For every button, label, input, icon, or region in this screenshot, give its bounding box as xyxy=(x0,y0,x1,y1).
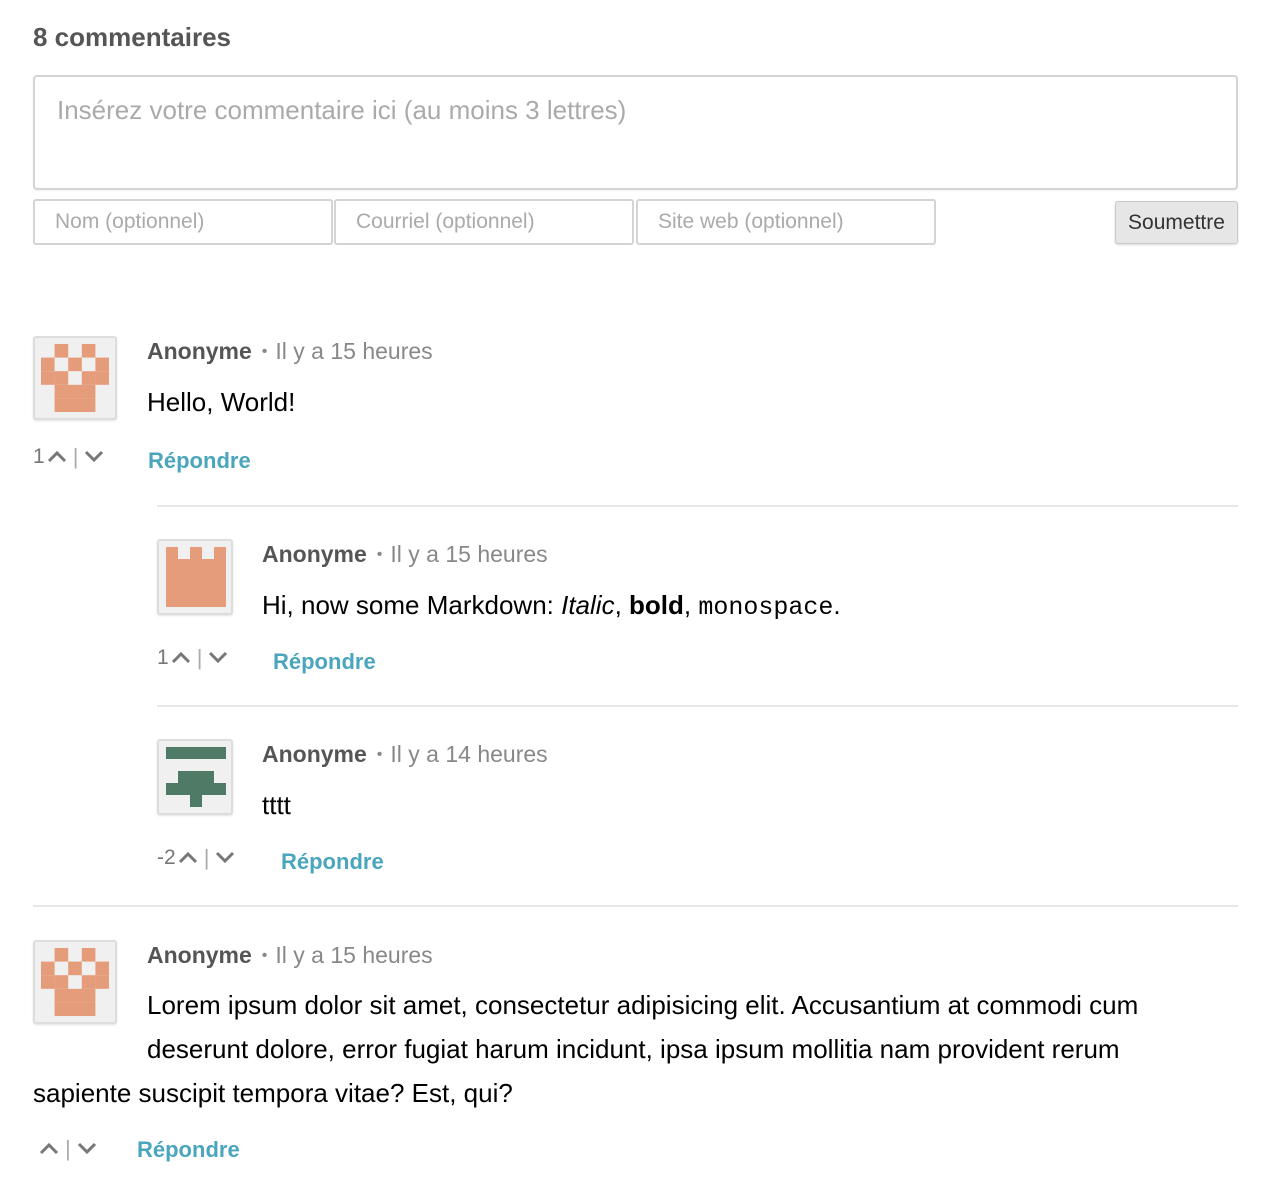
comment-author: Anonyme xyxy=(262,741,367,767)
comment-text-line: deserunt dolore, error fugiat harum inci… xyxy=(147,1034,1120,1064)
identicon-orange-icon xyxy=(41,344,109,412)
vote-controls: | xyxy=(33,1136,99,1162)
comment-meta: Anonyme • Il y a 15 heures xyxy=(262,541,548,568)
comment: Anonyme • Il y a 15 heures Lorem ipsum dol… xyxy=(33,940,1238,1170)
downvote-icon[interactable] xyxy=(82,447,106,467)
reply-link[interactable]: Répondre xyxy=(137,1137,240,1163)
comment-author: Anonyme xyxy=(147,338,252,364)
identicon-orange-icon xyxy=(166,547,226,607)
comment-text-line: sapiente suscipit tempora vitae? Est, qu… xyxy=(33,1078,513,1108)
avatar xyxy=(157,739,233,815)
text-plain: , xyxy=(614,590,630,620)
comment-text-line: Lorem ipsum dolor sit amet, consectetur … xyxy=(147,990,1139,1020)
comment: Anonyme • Il y a 15 heures Hello, World! 1… xyxy=(33,336,1238,476)
comment-meta: Anonyme • Il y a 15 heures xyxy=(147,338,433,365)
vote-controls: 1 | xyxy=(157,645,230,671)
vote-score: -2 xyxy=(157,846,176,869)
avatar xyxy=(157,539,233,615)
identicon-green-icon xyxy=(166,747,226,807)
text-italic: Italic xyxy=(561,590,615,620)
identicon-orange-icon xyxy=(41,948,109,1016)
comment-text: Hi, now some Markdown: Italic, bold, mon… xyxy=(262,583,841,630)
meta-separator: • xyxy=(261,947,268,964)
comment-meta: Anonyme • Il y a 14 heures xyxy=(262,741,548,768)
text-plain: , xyxy=(683,590,699,620)
comment-time: Il y a 14 heures xyxy=(390,741,548,767)
text-plain: . xyxy=(833,590,841,620)
downvote-icon[interactable] xyxy=(75,1139,99,1159)
reply-link[interactable]: Répondre xyxy=(148,448,251,474)
text-bold: bold xyxy=(629,590,684,620)
comment-time: Il y a 15 heures xyxy=(390,541,548,567)
divider xyxy=(157,705,1238,707)
comment-meta: Anonyme • Il y a 15 heures xyxy=(147,942,433,969)
avatar xyxy=(33,940,117,1024)
comment: Anonyme • Il y a 14 heures tttt -2 | Répon… xyxy=(157,739,1238,879)
upvote-icon[interactable] xyxy=(45,447,69,467)
upvote-icon[interactable] xyxy=(176,848,200,868)
comment-author: Anonyme xyxy=(262,541,367,567)
vote-separator: | xyxy=(65,1136,71,1161)
comment-author: Anonyme xyxy=(147,942,252,968)
comment-time: Il y a 15 heures xyxy=(275,338,433,364)
divider xyxy=(157,505,1238,507)
upvote-icon[interactable] xyxy=(37,1139,61,1159)
vote-controls: -2 | xyxy=(157,845,237,871)
meta-separator: • xyxy=(261,343,268,360)
divider xyxy=(33,905,1238,907)
email-input[interactable] xyxy=(334,199,634,245)
submit-button[interactable]: Soumettre xyxy=(1115,201,1238,244)
reply-link[interactable]: Répondre xyxy=(281,849,384,875)
text-monospace: monospace xyxy=(698,593,834,622)
vote-separator: | xyxy=(72,444,79,469)
vote-controls: 1 | xyxy=(33,444,106,470)
website-input[interactable] xyxy=(636,199,936,245)
downvote-icon[interactable] xyxy=(206,648,230,668)
meta-separator: • xyxy=(376,546,383,563)
comment-time: Il y a 15 heures xyxy=(275,942,433,968)
upvote-icon[interactable] xyxy=(169,648,193,668)
avatar xyxy=(33,336,117,420)
comment-textarea[interactable] xyxy=(33,75,1238,190)
vote-score: 1 xyxy=(33,445,45,468)
meta-separator: • xyxy=(376,746,383,763)
vote-separator: | xyxy=(203,845,210,870)
comment-text: tttt xyxy=(262,790,291,820)
comment-count-title: 8 commentaires xyxy=(33,22,231,52)
downvote-icon[interactable] xyxy=(213,848,237,868)
comment: Anonyme • Il y a 15 heures Hi, now some Ma… xyxy=(157,539,1238,679)
reply-link[interactable]: Répondre xyxy=(273,649,376,675)
name-input[interactable] xyxy=(33,199,333,245)
vote-score: 1 xyxy=(157,646,169,669)
vote-separator: | xyxy=(196,645,203,670)
text-plain: Hi, now some Markdown: xyxy=(262,590,562,620)
comment-text: Hello, World! xyxy=(147,387,296,417)
